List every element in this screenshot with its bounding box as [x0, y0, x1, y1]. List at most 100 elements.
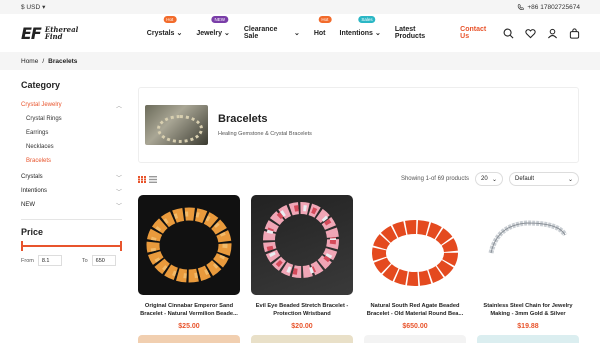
product-grid: Original Cinnabar Emperor Sand Bracelet … [138, 195, 579, 330]
product-card[interactable] [477, 335, 579, 343]
chevron-down-icon: ⌄ [293, 30, 300, 37]
subcategory-crystal-rings[interactable]: Crystal Rings [21, 112, 122, 126]
per-page-value: 20 [481, 176, 488, 182]
price-to-input[interactable]: 650 [91, 255, 116, 266]
category-crystal-jewelry[interactable]: Crystal Jewelry ︿ [21, 98, 122, 112]
category-subtitle: Healing Gemstone & Crystal Bracelets [218, 131, 312, 137]
category-label: NEW [21, 202, 35, 208]
product-image[interactable] [364, 195, 466, 295]
category-label: Intentions [21, 188, 48, 194]
price-range-slider[interactable] [21, 241, 122, 251]
subcategory-necklaces[interactable]: Necklaces [21, 140, 122, 154]
product-price: $650.00 [402, 323, 428, 330]
grid-view-icon[interactable] [138, 175, 146, 183]
nav-label: Latest Products [394, 26, 426, 40]
product-title[interactable]: Evil Eye Beaded Stretch Bracelet - Prote… [251, 302, 353, 319]
logo-name-line2: Find [44, 32, 63, 41]
subcategory-earrings[interactable]: Earrings [21, 126, 122, 140]
product-row-partial [138, 335, 579, 343]
subcategory-bracelets[interactable]: Bracelets [21, 154, 122, 168]
nav-label: Jewelry [196, 29, 222, 37]
category-new[interactable]: NEW ﹀ [21, 198, 122, 212]
category-heading: Category [21, 80, 61, 90]
sort-select[interactable]: Default ⌄ [509, 172, 579, 186]
site-logo[interactable]: EF Ethereal Find [21, 24, 120, 43]
heart-icon[interactable] [525, 28, 536, 39]
cart-icon[interactable] [569, 27, 580, 39]
product-card[interactable]: Evil Eye Beaded Stretch Bracelet - Prote… [251, 195, 353, 330]
slider-max-handle[interactable] [120, 241, 122, 251]
to-label: To [81, 257, 88, 264]
view-toggle [138, 175, 157, 183]
phone-icon [518, 3, 525, 10]
nav-hot[interactable]: Hot Hot [307, 16, 333, 40]
chevron-down-icon: ⌄ [491, 176, 497, 183]
breadcrumb-home[interactable]: Home [21, 58, 38, 65]
product-title[interactable]: Original Cinnabar Emperor Sand Bracelet … [138, 302, 240, 319]
nav-label: Crystals [146, 29, 175, 37]
category-crystals[interactable]: Crystals ﹀ [21, 170, 122, 184]
nav-crystals[interactable]: Hot Crystals ⌄ [140, 16, 190, 40]
nav-intentions[interactable]: Sales Intentions ⌄ [333, 16, 388, 40]
search-icon[interactable] [503, 28, 514, 39]
product-title[interactable]: Stainless Steel Chain for Jewelry Making… [477, 302, 579, 319]
breadcrumb-separator: / [42, 57, 45, 65]
currency-selector[interactable]: $ USD ▾ [21, 3, 46, 12]
product-price: $25.00 [178, 323, 200, 330]
nav-badge: Hot [163, 16, 177, 23]
slider-min-handle[interactable] [21, 241, 23, 251]
list-view-icon[interactable] [149, 175, 157, 183]
product-price: $19.88 [517, 323, 539, 330]
site-header: EF Ethereal Find Hot Crystals ⌄ NEW Jewel… [0, 14, 600, 52]
nav-badge: Hot [318, 16, 332, 23]
nav-badge: Sales [358, 16, 376, 23]
nav-badge: NEW [211, 16, 228, 23]
chain-image [488, 220, 568, 254]
chevron-down-icon: ⌄ [374, 30, 381, 37]
filter-sidebar: Category Crystal Jewelry ︿ Crystal Rings… [21, 70, 122, 343]
category-label: Crystals [21, 174, 43, 180]
breadcrumb: Home / Bracelets [0, 52, 600, 70]
category-label: Crystal Jewelry [21, 102, 62, 108]
product-card[interactable] [364, 335, 466, 343]
nav-label: Hot [313, 29, 326, 37]
product-card[interactable]: Natural South Red Agate Beaded Bracelet … [364, 195, 466, 330]
page-title: Bracelets [218, 113, 268, 125]
nav-jewelry[interactable]: NEW Jewelry ⌄ [189, 16, 237, 40]
per-page-select[interactable]: 20 ⌄ [475, 172, 503, 186]
chevron-down-icon: ▾ [42, 4, 46, 11]
header-icons [503, 27, 580, 39]
category-intentions[interactable]: Intentions ﹀ [21, 184, 122, 198]
result-count: Showing 1-of 69 products [400, 176, 469, 182]
category-banner: Bracelets Healing Gemstone & Crystal Bra… [138, 87, 579, 163]
product-card[interactable]: Stainless Steel Chain for Jewelry Making… [477, 195, 579, 330]
product-listing: Bracelets Healing Gemstone & Crystal Bra… [122, 70, 579, 343]
user-icon[interactable] [547, 28, 558, 39]
product-image[interactable] [477, 195, 579, 295]
nav-label: Contact Us [460, 26, 487, 40]
product-card[interactable]: Original Cinnabar Emperor Sand Bracelet … [138, 195, 240, 330]
product-card[interactable] [138, 335, 240, 343]
nav-clearance-sale[interactable]: Clearance Sale ⌄ [237, 26, 307, 40]
nav-contact-us[interactable]: Contact Us [453, 26, 503, 40]
price-from-input[interactable]: 8.1 [37, 255, 62, 266]
product-title[interactable]: Natural South Red Agate Beaded Bracelet … [364, 302, 466, 319]
bracelet-image [146, 207, 232, 283]
product-image[interactable] [251, 195, 353, 295]
product-price: $20.00 [291, 323, 313, 330]
phone-contact[interactable]: +86 17802725674 [517, 4, 580, 11]
product-image[interactable] [138, 195, 240, 295]
chevron-down-icon: ⌄ [176, 30, 183, 37]
price-inputs: From 8.1 To 650 [21, 255, 122, 266]
breadcrumb-current: Bracelets [48, 57, 78, 65]
product-card[interactable] [251, 335, 353, 343]
currency-label: $ USD [21, 3, 41, 11]
bracelet-image [263, 202, 339, 278]
page-body: Category Crystal Jewelry ︿ Crystal Rings… [0, 70, 600, 343]
divider [21, 219, 122, 220]
logo-mark: EF [21, 23, 42, 43]
top-bar: $ USD ▾ +86 17802725674 [0, 0, 600, 14]
nav-label: Clearance Sale [243, 26, 278, 40]
nav-latest-products[interactable]: Latest Products [388, 26, 453, 40]
slider-track [21, 245, 122, 247]
